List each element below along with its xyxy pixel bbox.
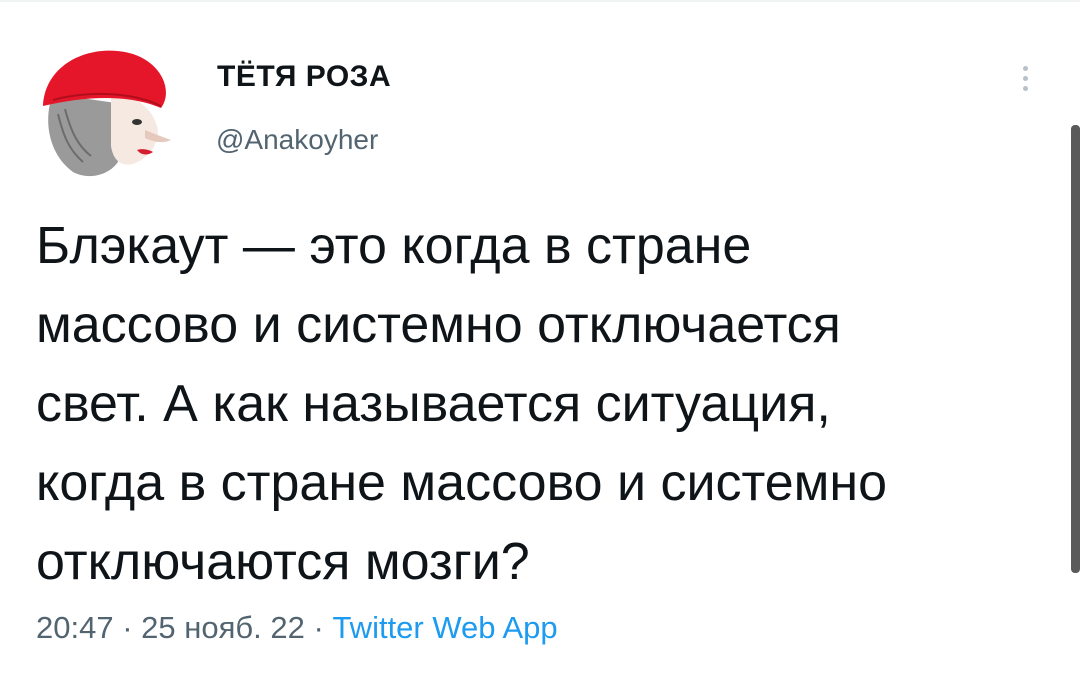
top-divider bbox=[0, 0, 1080, 2]
more-options-button[interactable] bbox=[1010, 58, 1040, 98]
more-vertical-icon-dot bbox=[1022, 85, 1028, 91]
more-vertical-icon-dot bbox=[1022, 75, 1028, 81]
meta-separator: · bbox=[313, 610, 324, 645]
more-vertical-icon bbox=[1022, 65, 1028, 71]
tweet-date[interactable]: 25 нояб. 22 bbox=[141, 610, 305, 645]
tweet-metadata: 20:47 · 25 нояб. 22 · Twitter Web App bbox=[36, 610, 558, 646]
author-handle[interactable]: @Anakoyher bbox=[216, 124, 378, 156]
tweet-source-link[interactable]: Twitter Web App bbox=[332, 610, 557, 645]
tweet-time[interactable]: 20:47 bbox=[36, 610, 114, 645]
avatar-illustration bbox=[33, 34, 183, 184]
avatar[interactable] bbox=[33, 34, 183, 184]
tweet-text: Блэкаут — это когда в стране массово и с… bbox=[36, 217, 888, 591]
scrollbar-thumb[interactable] bbox=[1071, 125, 1080, 573]
author-display-name[interactable]: ТЁТЯ РОЗА bbox=[217, 60, 391, 94]
meta-separator: · bbox=[122, 610, 133, 645]
